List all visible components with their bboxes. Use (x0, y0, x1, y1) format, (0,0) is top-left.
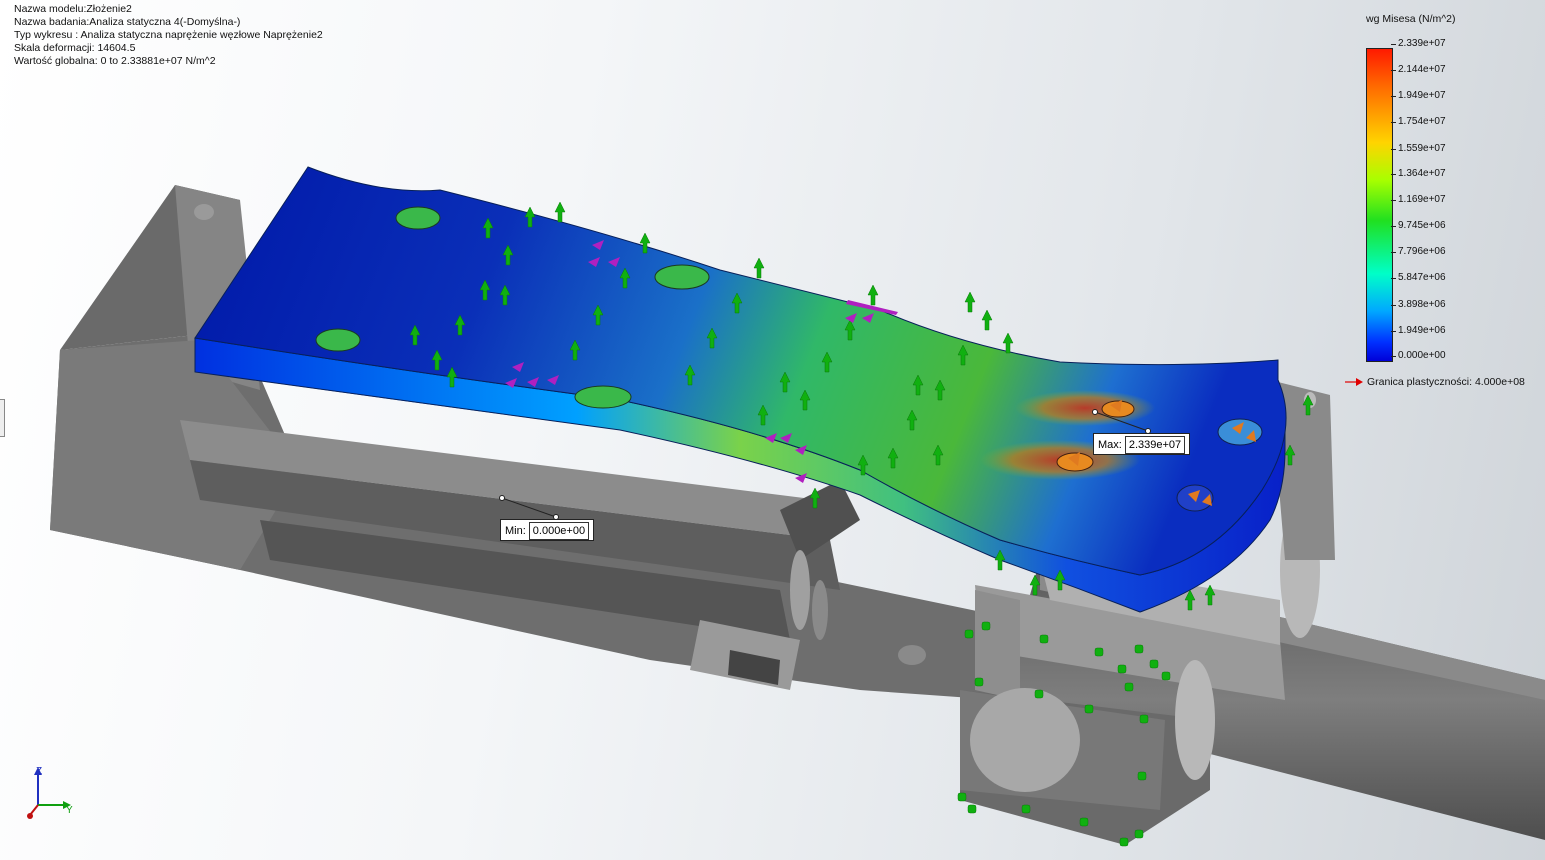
legend-tick: 7.796e+06 (1391, 246, 1446, 257)
triad-z-label: Z (36, 766, 42, 777)
orientation-triad-icon[interactable]: Z Y (20, 765, 80, 825)
legend-tick: 3.898e+06 (1391, 299, 1446, 310)
max-probe-title: Max: (1098, 439, 1122, 451)
plot-type: Typ wykresu : Analiza statyczna naprężen… (14, 29, 323, 41)
legend-tick: 0.000e+00 (1391, 350, 1446, 361)
triad-y-label: Y (66, 805, 73, 816)
model-viewport[interactable] (0, 0, 1545, 860)
plate-hole (395, 206, 441, 230)
plate-hole (654, 264, 710, 290)
legend-tick: 1.169e+07 (1391, 194, 1446, 205)
max-probe-label[interactable]: Max: 2.339e+07 (1093, 433, 1191, 455)
min-probe-title: Min: (505, 525, 526, 537)
yield-strength-marker: Granica plastyczności: 4.000e+08 (1345, 376, 1525, 388)
legend-tick: 1.364e+07 (1391, 168, 1446, 179)
legend-tick: 2.144e+07 (1391, 64, 1446, 75)
legend-tick: 1.949e+07 (1391, 90, 1446, 101)
stress-colorbar[interactable] (1366, 48, 1393, 362)
model-name: Nazwa modelu:Złożenie2 (14, 3, 132, 15)
deformation-scale: Skala deformacji: 14604.5 (14, 42, 136, 54)
legend-tick: 9.745e+06 (1391, 220, 1446, 231)
legend-tick: 1.754e+07 (1391, 116, 1446, 127)
yield-strength-label: Granica plastyczności: 4.000e+08 (1367, 376, 1525, 388)
min-probe-value: 0.000e+00 (528, 522, 590, 540)
legend-tick: 1.559e+07 (1391, 143, 1446, 154)
max-probe-value: 2.339e+07 (1124, 436, 1186, 454)
red-arrow-icon (1345, 378, 1363, 387)
legend-tick: 1.949e+06 (1391, 325, 1446, 336)
plate-hole (574, 385, 632, 409)
legend-tick: 2.339e+07 (1391, 38, 1446, 49)
global-value: Wartość globalna: 0 to 2.33881e+07 N/m^2 (14, 55, 216, 67)
legend-tick: 5.847e+06 (1391, 272, 1446, 283)
plate-hole (315, 328, 361, 352)
legend-title: wg Misesa (N/m^2) (1366, 13, 1456, 25)
study-name: Nazwa badania:Analiza statyczna 4(-Domyś… (14, 16, 241, 28)
panel-collapse-handle[interactable] (0, 399, 5, 437)
study-info-block: Nazwa modelu:Złożenie2 Nazwa badania:Ana… (14, 3, 323, 68)
min-probe-label[interactable]: Min: 0.000e+00 (500, 519, 595, 541)
